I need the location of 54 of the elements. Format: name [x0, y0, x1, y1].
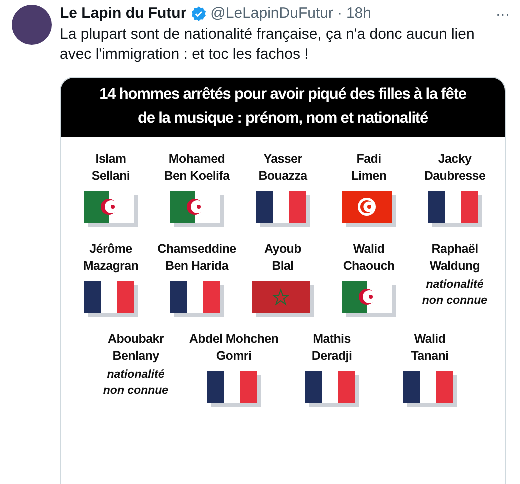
- person-name: Ayoub: [264, 241, 302, 258]
- graphic-title: 14 hommes arrêtés pour avoir piqué des filles à la fête: [100, 85, 466, 105]
- person-name: Limen: [351, 168, 387, 185]
- flag-icon: [403, 371, 457, 407]
- person-name: Blal: [272, 258, 294, 275]
- person-name: Chamseddine: [158, 241, 236, 258]
- flag-icon: [342, 281, 396, 317]
- person-name: Tanani: [411, 348, 449, 365]
- nationality-note: non connue: [103, 384, 169, 399]
- flag-icon: [252, 281, 314, 317]
- nationality-note: nationalité: [107, 368, 165, 383]
- person-name: Benlany: [112, 348, 160, 365]
- person-name: Chaouch: [343, 258, 395, 275]
- person-name: Mohamed: [168, 151, 226, 168]
- author-handle[interactable]: @LeLapinDuFutur: [210, 2, 334, 26]
- person-name: Jérôme: [90, 241, 132, 258]
- avatar[interactable]: [12, 5, 52, 45]
- tweet-text: La plupart sont de nationalité française, ça n'a donc aucun lien avec l'immigration : et toc les fachos !: [60, 25, 476, 65]
- person-name: Sellani: [92, 168, 130, 185]
- separator: ·: [337, 4, 342, 24]
- person-name: Walid: [353, 241, 385, 258]
- person-name: Bouazza: [258, 168, 308, 185]
- person-name: Ben Koelifa: [164, 168, 230, 185]
- person-name: Ben Harida: [166, 258, 228, 275]
- more-button[interactable]: ···: [496, 7, 510, 21]
- person-name: Jacky: [438, 151, 472, 168]
- graphic-title: de la musique : prénom, nom et nationalité: [138, 109, 428, 129]
- person-name: Walid: [414, 331, 446, 348]
- person-name: Islam: [96, 151, 126, 168]
- person-name: Deradji: [312, 348, 352, 365]
- flag-icon: [170, 191, 224, 227]
- flag-icon: [207, 371, 261, 407]
- flag-icon: [428, 191, 482, 227]
- flag-icon: [84, 191, 138, 227]
- flag-icon: [256, 191, 310, 227]
- person-name: Mathis: [313, 331, 351, 348]
- person-name: Waldung: [430, 258, 480, 275]
- nationality-note: nationalité: [426, 278, 484, 293]
- person-name: Fadi: [356, 151, 382, 168]
- person-name: Daubresse: [424, 168, 486, 185]
- flag-icon: [342, 191, 396, 227]
- flag-icon: [305, 371, 359, 407]
- flag-icon: [84, 281, 138, 317]
- person-name: Abdel Mohchen: [189, 331, 279, 348]
- tweet-time[interactable]: 18h: [346, 2, 372, 26]
- flag-icon: [170, 281, 224, 317]
- nationality-note: non connue: [422, 294, 488, 309]
- person-name: Gomri: [216, 348, 252, 365]
- tweet-image[interactable]: [60, 77, 506, 484]
- author-name[interactable]: Le Lapin du Futur: [60, 2, 187, 26]
- person-name: Mazagran: [83, 258, 139, 275]
- person-name: Yasser: [264, 151, 302, 168]
- person-name: Raphaël: [432, 241, 478, 258]
- person-name: Aboubakr: [108, 331, 164, 348]
